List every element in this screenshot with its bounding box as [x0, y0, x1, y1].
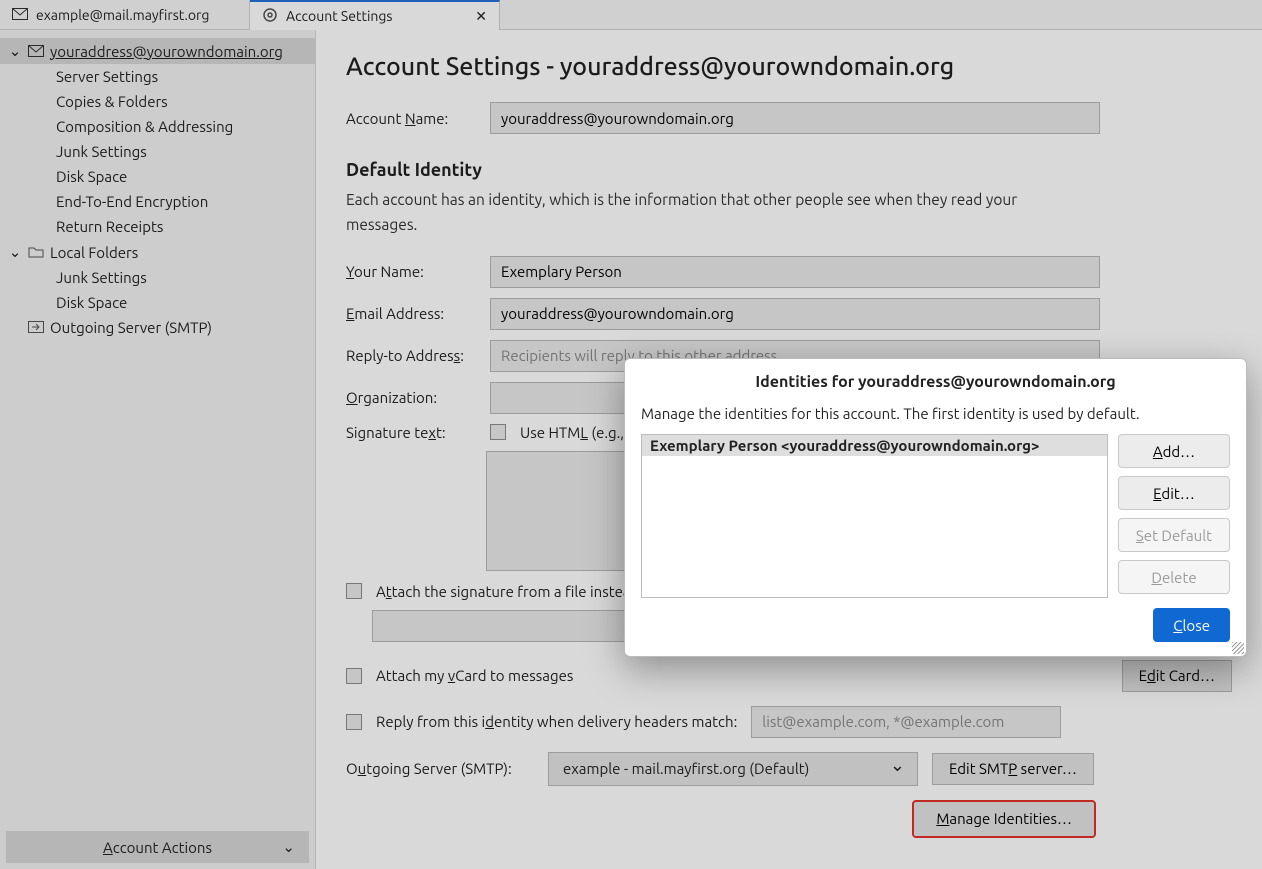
account-sidebar: ⌄ youraddress@yourowndomain.org Server S…	[0, 30, 316, 869]
identity-desc: Each account has an identity, which is t…	[346, 188, 1086, 238]
sidebar-local-folders[interactable]: ⌄ Local Folders	[0, 239, 315, 265]
add-identity-button[interactable]: Add…	[1118, 434, 1230, 468]
sidebar-local-folders-label: Local Folders	[50, 244, 138, 261]
chevron-down-icon[interactable]: ⌄	[8, 243, 22, 261]
folder-icon	[28, 244, 44, 261]
tab-settings[interactable]: Account Settings ✕	[250, 0, 500, 30]
smtp-label: Outgoing Server (SMTP):	[346, 760, 534, 777]
chevron-down-icon: ⌄	[282, 838, 295, 856]
sidebar-local-disk[interactable]: Disk Space	[0, 290, 315, 315]
account-name-input[interactable]	[490, 102, 1100, 134]
edit-identity-button[interactable]: Edit…	[1118, 476, 1230, 510]
account-actions-label: ccount Actions	[113, 839, 212, 856]
settings-icon	[262, 7, 278, 26]
signature-text-label: Signature text:	[346, 424, 476, 441]
identities-list[interactable]: Exemplary Person <youraddress@yourowndom…	[641, 434, 1108, 598]
resize-handle-icon[interactable]	[1232, 642, 1244, 654]
use-html-checkbox[interactable]	[490, 424, 506, 440]
sidebar-item-return-receipts[interactable]: Return Receipts	[0, 214, 315, 239]
dialog-desc: Manage the identities for this account. …	[641, 405, 1230, 422]
your-name-input[interactable]	[490, 256, 1100, 288]
email-label: Email Address:	[346, 305, 476, 322]
tab-bar: example@mail.mayfirst.org Account Settin…	[0, 0, 1262, 30]
attach-signature-checkbox[interactable]	[346, 583, 362, 599]
email-input[interactable]	[490, 298, 1100, 330]
sidebar-account-label: youraddress@yourowndomain.org	[50, 43, 283, 60]
sidebar-smtp[interactable]: Outgoing Server (SMTP)	[0, 315, 315, 340]
close-icon[interactable]: ✕	[475, 8, 487, 25]
attach-vcard-label: Attach my vCard to messages	[376, 667, 573, 684]
mail-account-icon	[28, 43, 44, 60]
sidebar-account-root[interactable]: ⌄ youraddress@yourowndomain.org	[0, 38, 315, 64]
attach-vcard-checkbox[interactable]	[346, 668, 362, 684]
smtp-select[interactable]: example - mail.mayfirst.org (Default)	[548, 752, 918, 786]
edit-smtp-button[interactable]: Edit SMTP server…	[932, 753, 1094, 785]
sidebar-item-e2e[interactable]: End-To-End Encryption	[0, 189, 315, 214]
tab-mail-label: example@mail.mayfirst.org	[36, 7, 209, 23]
delete-identity-button: Delete	[1118, 560, 1230, 594]
set-default-button: Set Default	[1118, 518, 1230, 552]
close-dialog-button[interactable]: Close	[1153, 608, 1230, 642]
tab-settings-label: Account Settings	[286, 8, 393, 24]
your-name-label: Your Name:	[346, 263, 476, 280]
sidebar-item-disk-space[interactable]: Disk Space	[0, 164, 315, 189]
sidebar-item-composition[interactable]: Composition & Addressing	[0, 114, 315, 139]
mail-icon	[12, 7, 28, 23]
reply-to-label: Reply-to Address:	[346, 347, 476, 364]
reply-identity-label: Reply from this identity when delivery h…	[376, 713, 737, 730]
organization-label: Organization:	[346, 389, 476, 406]
sidebar-smtp-label: Outgoing Server (SMTP)	[50, 319, 212, 336]
edit-card-button[interactable]: Edit Card…	[1122, 660, 1232, 692]
sidebar-item-server-settings[interactable]: Server Settings	[0, 64, 315, 89]
manage-identities-button[interactable]: Manage Identities…	[912, 800, 1096, 838]
account-actions-button[interactable]: Account Actions ⌄	[6, 831, 309, 863]
sidebar-local-junk[interactable]: Junk Settings	[0, 265, 315, 290]
page-title: Account Settings - youraddress@yourowndo…	[346, 52, 1232, 80]
identity-list-item[interactable]: Exemplary Person <youraddress@yourowndom…	[642, 435, 1107, 456]
tab-mail[interactable]: example@mail.mayfirst.org	[0, 0, 250, 30]
account-name-label: Account Name:	[346, 110, 476, 127]
identities-dialog: Identities for youraddress@yourowndomain…	[624, 358, 1247, 657]
identity-header: Default Identity	[346, 160, 1232, 180]
chevron-down-icon[interactable]: ⌄	[8, 42, 22, 60]
sidebar-item-copies-folders[interactable]: Copies & Folders	[0, 89, 315, 114]
outgoing-icon	[28, 319, 44, 336]
reply-identity-checkbox[interactable]	[346, 714, 362, 730]
reply-identity-input[interactable]	[751, 706, 1061, 738]
sidebar-item-junk[interactable]: Junk Settings	[0, 139, 315, 164]
dialog-title: Identities for youraddress@yourowndomain…	[641, 373, 1230, 391]
